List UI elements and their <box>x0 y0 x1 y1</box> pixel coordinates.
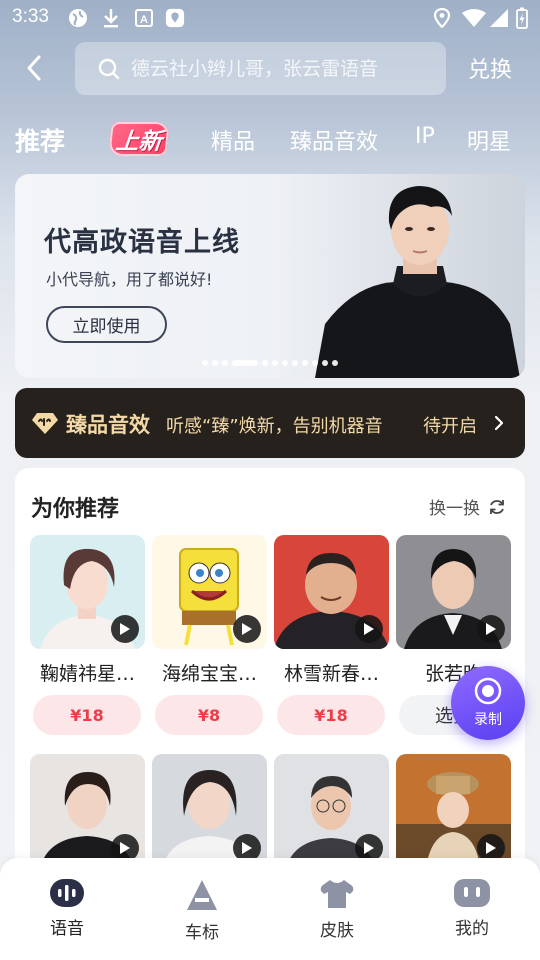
record-icon <box>474 677 502 705</box>
search-input[interactable] <box>131 57 431 80</box>
play-icon <box>364 623 374 635</box>
play-icon <box>242 623 252 635</box>
banner-subtitle: 小代导航，用了都说好! <box>46 270 213 289</box>
play-button[interactable] <box>233 615 261 643</box>
play-icon <box>120 623 130 635</box>
chevron-left-icon <box>27 55 41 81</box>
battery-charging-icon <box>515 7 529 29</box>
use-now-button[interactable]: 立即使用 <box>46 306 167 343</box>
profile-icon <box>454 879 490 907</box>
wifi-icon <box>461 8 487 28</box>
voice-thumbnail <box>30 535 145 649</box>
premium-status: 待开启 <box>423 416 477 437</box>
voice-wave-icon <box>50 879 84 907</box>
premium-sound-banner[interactable]: 臻品音效 听感“臻”焕新，告别机器音 待开启 <box>15 388 525 458</box>
font-app-icon: A <box>134 8 154 28</box>
banner-title: 代高政语音上线 <box>44 227 240 258</box>
status-bar: 3:33 A <box>0 0 540 36</box>
search-icon <box>98 58 120 79</box>
banner-pagination <box>15 360 525 366</box>
price-button[interactable]: ¥8 <box>155 695 263 735</box>
premium-description: 听感“臻”焕新，告别机器音 <box>166 416 383 437</box>
globe-icon <box>68 8 88 28</box>
nav-car-logo[interactable]: 车标 <box>162 878 242 943</box>
status-time: 3:33 <box>12 6 49 27</box>
tab-premium[interactable]: 精品 <box>211 124 255 156</box>
play-button[interactable] <box>355 615 383 643</box>
record-button[interactable]: 录制 <box>451 666 525 740</box>
play-icon <box>242 842 252 854</box>
nav-skin[interactable]: 皮肤 <box>297 878 377 941</box>
voice-thumbnail <box>396 754 511 868</box>
voice-name: 海绵宝宝… <box>161 663 257 685</box>
active-dot <box>232 360 258 366</box>
tab-stars[interactable]: 明星 <box>467 124 511 156</box>
voice-thumbnail <box>274 754 389 868</box>
chevron-right-icon <box>494 415 504 431</box>
tshirt-icon <box>320 880 354 908</box>
recommend-title: 为你推荐 <box>31 497 120 522</box>
location-icon <box>432 8 452 28</box>
nav-profile[interactable]: 我的 <box>432 878 512 939</box>
banner-portrait <box>315 174 525 378</box>
category-tabs: 推荐 上新 精品 臻品音效 IP 明星 <box>0 114 540 164</box>
bottom-nav: 语音 车标 皮肤 我的 <box>0 858 540 960</box>
nav-label: 车标 <box>185 923 219 943</box>
voice-thumbnail <box>274 535 389 649</box>
svg-text:A: A <box>140 14 148 26</box>
download-icon <box>101 8 121 28</box>
refresh-button[interactable]: 换一换 <box>429 494 506 519</box>
play-icon <box>364 842 374 854</box>
price-button[interactable]: ¥18 <box>33 695 141 735</box>
signal-icon <box>489 8 509 28</box>
play-icon <box>486 623 496 635</box>
nav-voice[interactable]: 语音 <box>27 878 107 939</box>
nav-label: 皮肤 <box>320 921 354 941</box>
play-button[interactable] <box>477 615 505 643</box>
back-button[interactable] <box>18 50 50 86</box>
tab-recommend[interactable]: 推荐 <box>15 122 65 158</box>
app-notification-icon <box>165 8 185 28</box>
tab-ip[interactable]: IP <box>415 124 435 149</box>
refresh-icon <box>490 499 504 514</box>
record-label: 录制 <box>474 712 502 728</box>
nav-label: 语音 <box>50 919 84 939</box>
voice-thumbnail <box>30 754 145 868</box>
voice-thumbnail <box>152 535 267 649</box>
redeem-button[interactable]: 兑换 <box>468 52 512 84</box>
tab-sound-effects[interactable]: 臻品音效 <box>290 124 378 156</box>
voice-thumbnail <box>152 754 267 868</box>
play-icon <box>486 842 496 854</box>
promo-banner[interactable]: 代高政语音上线 小代导航，用了都说好! 立即使用 <box>15 174 525 378</box>
voice-name: 林雪新春… <box>283 663 379 685</box>
tab-new[interactable]: 上新 <box>108 122 170 156</box>
price-button[interactable]: ¥18 <box>277 695 385 735</box>
search-box[interactable] <box>75 42 446 95</box>
car-logo-icon <box>187 880 217 910</box>
voice-name: 鞠婧祎星… <box>39 663 135 685</box>
diamond-icon <box>32 413 58 434</box>
play-icon <box>120 842 130 854</box>
refresh-label: 换一换 <box>429 499 480 519</box>
play-button[interactable] <box>111 615 139 643</box>
voice-thumbnail <box>396 535 511 649</box>
premium-title: 臻品音效 <box>66 413 150 437</box>
nav-label: 我的 <box>455 919 489 939</box>
